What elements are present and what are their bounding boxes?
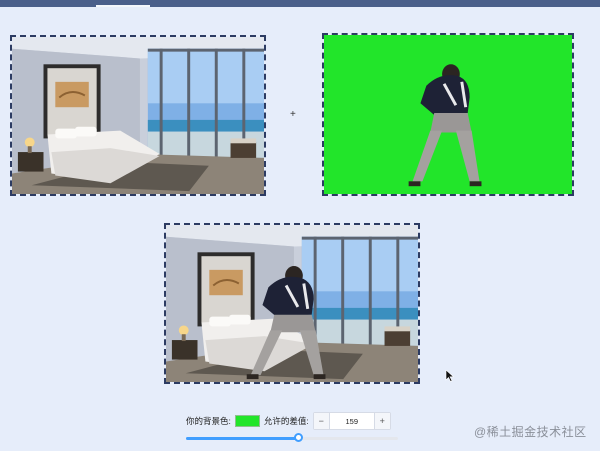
increment-button[interactable]: + — [373, 413, 390, 429]
top-bar — [0, 0, 600, 7]
foreground-image-frame[interactable] — [322, 33, 574, 196]
tolerance-stepper[interactable]: − + — [312, 412, 391, 430]
watermark: @稀土掘金技术社区 — [474, 425, 587, 439]
bg-color-picker[interactable] — [234, 415, 260, 427]
mouse-cursor-icon — [445, 370, 455, 382]
bg-color-label: 你的背景色: — [186, 416, 231, 426]
controls-row: 你的背景色: 允许的差值: − + — [186, 411, 391, 431]
tolerance-input[interactable] — [329, 414, 374, 428]
background-image-frame[interactable] — [10, 35, 266, 196]
composite-photo — [166, 225, 418, 382]
green-screen-photo — [324, 35, 572, 194]
bedroom-photo — [12, 37, 264, 194]
slider-fill — [186, 437, 299, 440]
tolerance-slider[interactable] — [186, 433, 398, 442]
composite-image-frame[interactable] — [164, 223, 420, 384]
tolerance-label: 允许的差值: — [263, 416, 309, 426]
top-bar-active-indicator — [96, 5, 150, 7]
decrement-button[interactable]: − — [313, 413, 330, 429]
slider-handle[interactable] — [294, 433, 304, 442]
plus-operator: + — [290, 109, 296, 120]
